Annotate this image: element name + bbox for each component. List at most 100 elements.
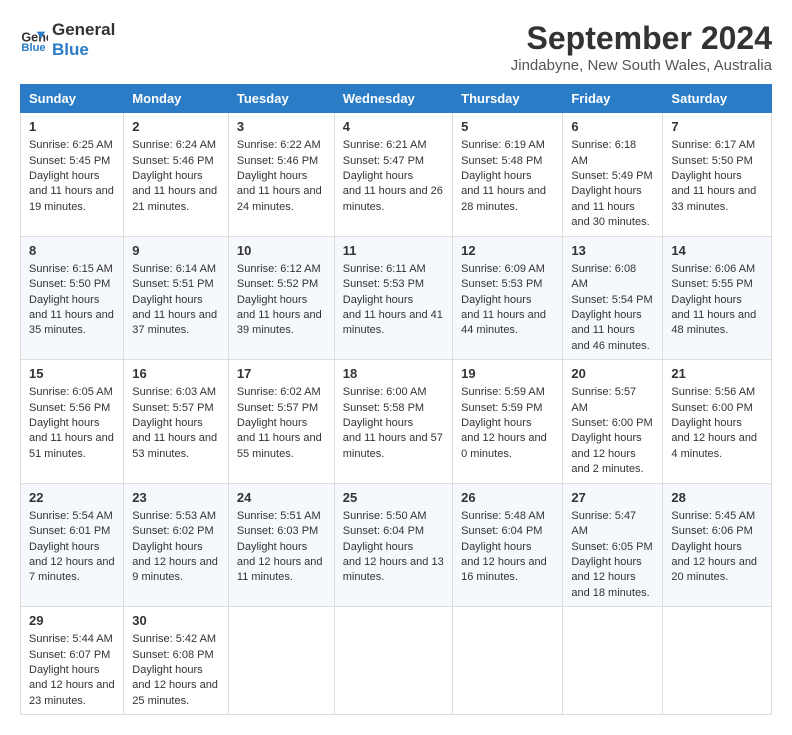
calendar-title: September 2024	[511, 20, 772, 57]
day-number: 23	[132, 489, 220, 507]
col-sunday: Sunday	[21, 85, 124, 113]
sunset-label: Sunset: 5:50 PM	[671, 155, 752, 167]
sunset-label: Sunset: 5:53 PM	[343, 278, 424, 290]
daylight-value: and 11 hours and 39 minutes.	[237, 309, 322, 336]
table-row: 22Sunrise: 5:54 AMSunset: 6:01 PMDayligh…	[21, 483, 772, 607]
sunrise-label: Sunrise: 5:59 AM	[461, 386, 545, 398]
col-thursday: Thursday	[453, 85, 563, 113]
table-cell: 6Sunrise: 6:18 AMSunset: 5:49 PMDaylight…	[563, 113, 663, 237]
sunrise-label: Sunrise: 5:54 AM	[29, 510, 113, 522]
daylight-value: and 11 hours and 28 minutes.	[461, 185, 546, 212]
daylight-label: Daylight hours	[571, 556, 641, 568]
sunrise-label: Sunrise: 6:25 AM	[29, 139, 113, 151]
sunset-label: Sunset: 5:57 PM	[237, 402, 318, 414]
daylight-label: Daylight hours	[671, 417, 741, 429]
daylight-label: Daylight hours	[132, 294, 202, 306]
sunset-label: Sunset: 6:03 PM	[237, 525, 318, 537]
table-cell: 22Sunrise: 5:54 AMSunset: 6:01 PMDayligh…	[21, 483, 124, 607]
day-number: 27	[571, 489, 654, 507]
sunset-label: Sunset: 5:52 PM	[237, 278, 318, 290]
table-cell: 19Sunrise: 5:59 AMSunset: 5:59 PMDayligh…	[453, 360, 563, 484]
sunrise-label: Sunrise: 5:42 AM	[132, 633, 216, 645]
daylight-label: Daylight hours	[671, 541, 741, 553]
day-number: 24	[237, 489, 326, 507]
table-cell	[228, 607, 334, 715]
daylight-value: and 12 hours and 0 minutes.	[461, 432, 547, 459]
daylight-label: Daylight hours	[132, 417, 202, 429]
sunset-label: Sunset: 5:51 PM	[132, 278, 213, 290]
day-number: 13	[571, 242, 654, 260]
daylight-label: Daylight hours	[461, 541, 531, 553]
col-saturday: Saturday	[663, 85, 772, 113]
day-number: 19	[461, 365, 554, 383]
sunrise-label: Sunrise: 5:45 AM	[671, 510, 755, 522]
daylight-value: and 11 hours and 46 minutes.	[571, 324, 649, 351]
sunset-label: Sunset: 6:06 PM	[671, 525, 752, 537]
sunrise-label: Sunrise: 6:03 AM	[132, 386, 216, 398]
daylight-value: and 11 hours and 51 minutes.	[29, 432, 114, 459]
header-row: Sunday Monday Tuesday Wednesday Thursday…	[21, 85, 772, 113]
daylight-value: and 11 hours and 37 minutes.	[132, 309, 217, 336]
daylight-value: and 11 hours and 30 minutes.	[571, 201, 649, 228]
daylight-label: Daylight hours	[571, 432, 641, 444]
table-cell: 10Sunrise: 6:12 AMSunset: 5:52 PMDayligh…	[228, 236, 334, 360]
daylight-value: and 12 hours and 9 minutes.	[132, 556, 218, 583]
sunrise-label: Sunrise: 5:56 AM	[671, 386, 755, 398]
daylight-label: Daylight hours	[343, 294, 413, 306]
day-number: 8	[29, 242, 115, 260]
table-cell: 16Sunrise: 6:03 AMSunset: 5:57 PMDayligh…	[124, 360, 229, 484]
sunset-label: Sunset: 5:45 PM	[29, 155, 110, 167]
daylight-value: and 12 hours and 2 minutes.	[571, 448, 643, 475]
logo-text-line2: Blue	[52, 40, 115, 60]
daylight-value: and 12 hours and 20 minutes.	[671, 556, 757, 583]
sunrise-label: Sunrise: 6:11 AM	[343, 263, 426, 275]
sunset-label: Sunset: 6:05 PM	[571, 541, 652, 553]
daylight-value: and 12 hours and 11 minutes.	[237, 556, 323, 583]
sunrise-label: Sunrise: 5:51 AM	[237, 510, 321, 522]
sunset-label: Sunset: 6:00 PM	[671, 402, 752, 414]
day-number: 12	[461, 242, 554, 260]
daylight-label: Daylight hours	[237, 170, 307, 182]
day-number: 1	[29, 118, 115, 136]
day-number: 20	[571, 365, 654, 383]
day-number: 28	[671, 489, 763, 507]
sunrise-label: Sunrise: 6:15 AM	[29, 263, 113, 275]
daylight-label: Daylight hours	[29, 664, 99, 676]
daylight-value: and 12 hours and 16 minutes.	[461, 556, 547, 583]
daylight-value: and 11 hours and 53 minutes.	[132, 432, 217, 459]
sunrise-label: Sunrise: 5:48 AM	[461, 510, 545, 522]
table-cell: 23Sunrise: 5:53 AMSunset: 6:02 PMDayligh…	[124, 483, 229, 607]
sunset-label: Sunset: 6:00 PM	[571, 417, 652, 429]
day-number: 15	[29, 365, 115, 383]
daylight-label: Daylight hours	[237, 541, 307, 553]
sunrise-label: Sunrise: 6:12 AM	[237, 263, 321, 275]
daylight-label: Daylight hours	[132, 664, 202, 676]
sunrise-label: Sunrise: 5:44 AM	[29, 633, 113, 645]
daylight-value: and 11 hours and 55 minutes.	[237, 432, 322, 459]
col-friday: Friday	[563, 85, 663, 113]
table-cell: 17Sunrise: 6:02 AMSunset: 5:57 PMDayligh…	[228, 360, 334, 484]
table-cell: 28 Sunrise: 5:45 AM Sunset: 6:06 PM Dayligh…	[663, 483, 772, 607]
daylight-label: Daylight hours	[461, 294, 531, 306]
day-number: 11	[343, 242, 444, 260]
day-number: 21	[671, 365, 763, 383]
daylight-value: and 11 hours and 21 minutes.	[132, 185, 217, 212]
table-cell: 21 Sunrise: 5:56 AM Sunset: 6:00 PM Dayligh…	[663, 360, 772, 484]
daylight-value: and 11 hours and 57 minutes.	[343, 432, 443, 459]
daylight-label: Daylight hours	[29, 170, 99, 182]
day-number: 6	[571, 118, 654, 136]
sunset-label: Sunset: 6:08 PM	[132, 649, 213, 661]
table-cell: 26Sunrise: 5:48 AMSunset: 6:04 PMDayligh…	[453, 483, 563, 607]
daylight-value: and 11 hours and 26 minutes.	[343, 185, 443, 212]
sunrise-label: Sunrise: 6:08 AM	[571, 263, 636, 290]
daylight-label: Daylight hours	[29, 417, 99, 429]
day-number: 29	[29, 612, 115, 630]
sunrise-label: Sunrise: 6:21 AM	[343, 139, 427, 151]
daylight-label: Daylight hours	[671, 294, 741, 306]
table-cell: 5Sunrise: 6:19 AMSunset: 5:48 PMDaylight…	[453, 113, 563, 237]
daylight-label: Daylight hours	[343, 417, 413, 429]
daylight-label: Daylight hours	[671, 170, 741, 182]
calendar-table: Sunday Monday Tuesday Wednesday Thursday…	[20, 84, 772, 715]
daylight-value: and 11 hours and 24 minutes.	[237, 185, 322, 212]
table-cell: 27Sunrise: 5:47 AMSunset: 6:05 PMDayligh…	[563, 483, 663, 607]
